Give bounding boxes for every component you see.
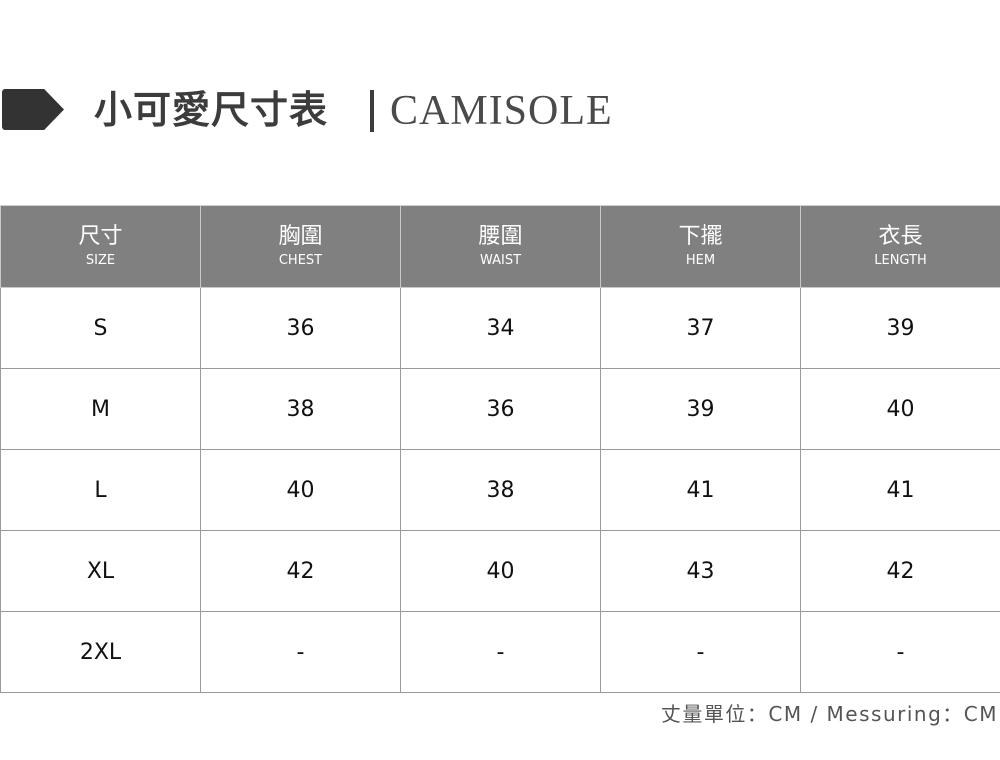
cell-chest: 42 [200,530,401,612]
table-row: L 40 38 41 41 [0,449,1000,531]
header-row: 尺寸 SIZE 胸圍 CHEST 腰圍 WAIST 下擺 HEM 衣長 LENG… [0,205,1000,288]
cell-chest: 40 [200,449,401,531]
cell-waist: - [400,611,601,693]
size-chart-table: 尺寸 SIZE 胸圍 CHEST 腰圍 WAIST 下擺 HEM 衣長 LENG… [0,205,1000,693]
header-label-en: WAIST [479,253,522,268]
cell-waist: 36 [400,368,601,450]
cell-hem: 39 [600,368,801,450]
title-bar: 小可愛尺寸表 CAMISOLE [0,88,1000,134]
table-row: XL 42 40 43 42 [0,530,1000,612]
table-row: S 36 34 37 39 [0,287,1000,369]
cell-length: 42 [800,530,1000,612]
header-label-cn: 下擺 [678,224,723,249]
cell-length: 39 [800,287,1000,369]
cell-chest: 36 [200,287,401,369]
cell-size: XL [0,530,201,612]
cell-length: 40 [800,368,1000,450]
cell-chest: 38 [200,368,401,450]
cell-size: 2XL [0,611,201,693]
header-label-en: CHEST [278,253,323,268]
cell-size: S [0,287,201,369]
header-chest: 胸圍 CHEST [200,205,401,288]
title-chinese: 小可愛尺寸表 [94,88,329,132]
cell-size: M [0,368,201,450]
cell-length: 41 [800,449,1000,531]
cell-waist: 38 [400,449,601,531]
header-label-en: LENGTH [874,253,927,268]
title-separator [370,90,374,132]
header-label-en: SIZE [85,253,116,268]
cell-waist: 34 [400,287,601,369]
tag-arrow-icon [2,89,64,130]
header-length: 衣長 LENGTH [800,205,1000,288]
header-label-cn: 衣長 [878,224,923,249]
cell-hem: - [600,611,801,693]
measurement-unit-note: 丈量單位：CM / Messuring：CM [660,702,998,726]
cell-hem: 43 [600,530,801,612]
header-size: 尺寸 SIZE [0,205,201,288]
header-label-cn: 腰圍 [478,224,523,249]
cell-size: L [0,449,201,531]
header-hem: 下擺 HEM [600,205,801,288]
header-label-cn: 胸圍 [278,224,323,249]
cell-waist: 40 [400,530,601,612]
cell-hem: 41 [600,449,801,531]
header-label-en: HEM [685,253,716,268]
table-row: M 38 36 39 40 [0,368,1000,450]
title-english: CAMISOLE [390,88,613,134]
cell-length: - [800,611,1000,693]
header-waist: 腰圍 WAIST [400,205,601,288]
cell-hem: 37 [600,287,801,369]
table-row: 2XL - - - - [0,611,1000,693]
cell-chest: - [200,611,401,693]
header-label-cn: 尺寸 [78,224,123,249]
